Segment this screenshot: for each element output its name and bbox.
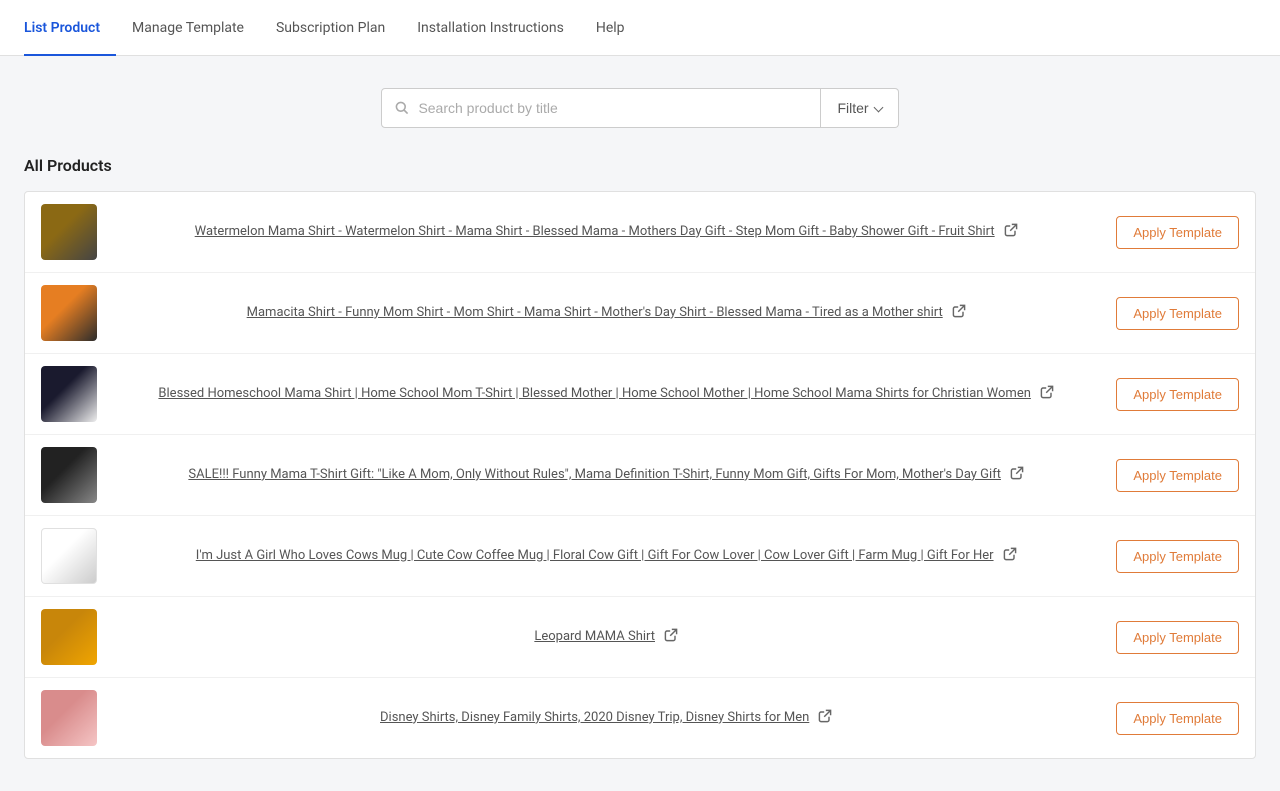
product-title-area: Blessed Homeschool Mama Shirt | Home Sch… [113,384,1100,404]
nav-item-manage-template[interactable]: Manage Template [116,0,260,56]
product-thumbnail [41,366,97,422]
apply-template-button[interactable]: Apply Template [1116,621,1239,654]
main-nav: List ProductManage TemplateSubscription … [0,0,1280,56]
product-row: Blessed Homeschool Mama Shirt | Home Sch… [25,354,1255,435]
product-title-link[interactable]: Blessed Homeschool Mama Shirt | Home Sch… [158,385,1030,403]
product-list: Watermelon Mama Shirt - Watermelon Shirt… [24,191,1256,759]
search-row: Filter [24,88,1256,128]
search-input[interactable] [418,100,808,116]
product-thumbnail [41,447,97,503]
nav-item-list-product[interactable]: List Product [24,0,116,56]
apply-template-button[interactable]: Apply Template [1116,297,1239,330]
product-title-link[interactable]: I'm Just A Girl Who Loves Cows Mug | Cut… [196,547,994,565]
external-link-icon[interactable] [1039,384,1055,404]
product-row: I'm Just A Girl Who Loves Cows Mug | Cut… [25,516,1255,597]
nav-item-installation-instructions[interactable]: Installation Instructions [401,0,580,56]
external-link-icon[interactable] [951,303,967,323]
nav-item-help[interactable]: Help [580,0,641,56]
product-thumbnail [41,285,97,341]
product-row: SALE!!! Funny Mama T-Shirt Gift: "Like A… [25,435,1255,516]
product-title-area: SALE!!! Funny Mama T-Shirt Gift: "Like A… [113,465,1100,485]
product-title-area: Watermelon Mama Shirt - Watermelon Shirt… [113,222,1100,242]
product-title-area: I'm Just A Girl Who Loves Cows Mug | Cut… [113,546,1100,566]
search-icon [394,100,410,116]
chevron-down-icon [873,102,883,112]
filter-button[interactable]: Filter [821,88,898,128]
product-title-link[interactable]: Mamacita Shirt - Funny Mom Shirt - Mom S… [247,304,943,322]
apply-template-button[interactable]: Apply Template [1116,702,1239,735]
product-title-link[interactable]: Leopard MAMA Shirt [534,628,655,646]
main-content: Filter All Products Watermelon Mama Shir… [0,56,1280,791]
product-title-link[interactable]: Disney Shirts, Disney Family Shirts, 202… [380,709,809,727]
apply-template-button[interactable]: Apply Template [1116,540,1239,573]
product-thumbnail [41,690,97,746]
product-title-area: Mamacita Shirt - Funny Mom Shirt - Mom S… [113,303,1100,323]
product-title-area: Disney Shirts, Disney Family Shirts, 202… [113,708,1100,728]
apply-template-button[interactable]: Apply Template [1116,216,1239,249]
external-link-icon[interactable] [1002,546,1018,566]
section-title: All Products [24,156,1256,175]
nav-item-subscription-plan[interactable]: Subscription Plan [260,0,401,56]
filter-label: Filter [837,100,868,116]
product-row: Watermelon Mama Shirt - Watermelon Shirt… [25,192,1255,273]
apply-template-button[interactable]: Apply Template [1116,459,1239,492]
product-thumbnail [41,528,97,584]
apply-template-button[interactable]: Apply Template [1116,378,1239,411]
external-link-icon[interactable] [817,708,833,728]
external-link-icon[interactable] [663,627,679,647]
product-title-area: Leopard MAMA Shirt [113,627,1100,647]
product-thumbnail [41,204,97,260]
product-title-link[interactable]: Watermelon Mama Shirt - Watermelon Shirt… [195,223,995,241]
product-row: Leopard MAMA Shirt Apply Template [25,597,1255,678]
external-link-icon[interactable] [1003,222,1019,242]
product-title-link[interactable]: SALE!!! Funny Mama T-Shirt Gift: "Like A… [188,466,1001,484]
product-row: Mamacita Shirt - Funny Mom Shirt - Mom S… [25,273,1255,354]
search-wrapper [381,88,821,128]
external-link-icon[interactable] [1009,465,1025,485]
product-thumbnail [41,609,97,665]
product-row: Disney Shirts, Disney Family Shirts, 202… [25,678,1255,758]
